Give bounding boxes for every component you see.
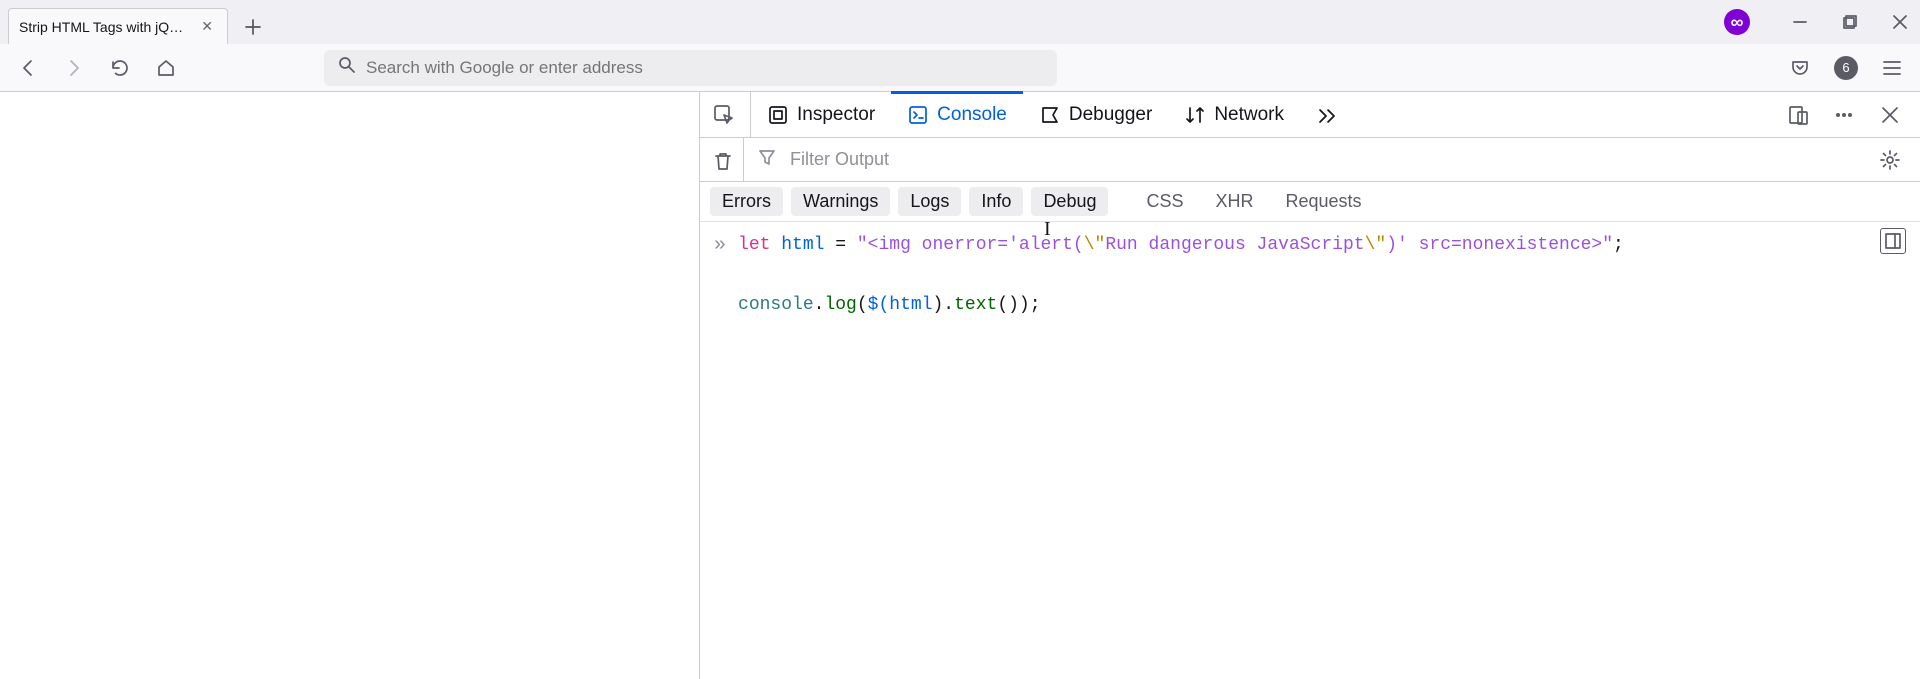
chevron-prompt-icon: »	[714, 234, 726, 257]
tab-network[interactable]: Network	[1168, 92, 1300, 137]
address-bar[interactable]	[324, 50, 1057, 86]
console-code[interactable]: let html = "<img onerror='alert(\"Run da…	[738, 230, 1624, 320]
back-button[interactable]	[10, 50, 46, 86]
notifications-count: 6	[1834, 56, 1858, 80]
filter-input-placeholder[interactable]: Filter Output	[790, 149, 1858, 170]
tab-console[interactable]: Console	[891, 92, 1023, 137]
browser-toolbar: 6	[0, 44, 1920, 92]
close-window-icon[interactable]	[1886, 8, 1914, 36]
filter-icon	[758, 148, 776, 171]
close-tab-icon[interactable]: ✕	[197, 18, 217, 35]
console-input-row[interactable]: » let html = "<img onerror='alert(\"Run …	[714, 230, 1906, 320]
console-category-row: Errors Warnings Logs Info Debug CSS XHR …	[700, 182, 1920, 222]
cat-warnings[interactable]: Warnings	[791, 187, 890, 216]
address-input[interactable]	[366, 58, 1043, 78]
reload-button[interactable]	[102, 50, 138, 86]
tab-inspector-label: Inspector	[797, 104, 875, 126]
responsive-mode-icon[interactable]	[1780, 97, 1816, 133]
devtools-panel: Inspector Console Debugger Network	[700, 92, 1920, 679]
cat-css[interactable]: CSS	[1134, 187, 1195, 216]
cat-debug[interactable]: Debug	[1031, 187, 1108, 216]
clear-console-icon[interactable]	[712, 138, 744, 181]
tab-overflow-icon[interactable]	[1300, 92, 1354, 137]
console-settings-icon[interactable]	[1872, 142, 1908, 178]
tab-network-label: Network	[1214, 104, 1284, 126]
devtools-tab-bar: Inspector Console Debugger Network	[700, 92, 1920, 138]
pocket-icon[interactable]	[1782, 50, 1818, 86]
cat-xhr[interactable]: XHR	[1204, 187, 1266, 216]
notifications-badge[interactable]: 6	[1828, 50, 1864, 86]
console-filter-bar: Filter Output	[700, 138, 1920, 182]
forward-button[interactable]	[56, 50, 92, 86]
restore-window-icon[interactable]	[1836, 8, 1864, 36]
cat-logs[interactable]: Logs	[898, 187, 961, 216]
menu-icon[interactable]	[1874, 50, 1910, 86]
search-icon	[338, 56, 356, 79]
new-tab-button[interactable]	[236, 10, 270, 44]
page-viewport	[0, 92, 700, 679]
window-controls: ∞	[1724, 8, 1914, 36]
cat-requests[interactable]: Requests	[1274, 187, 1374, 216]
browser-tab[interactable]: Strip HTML Tags with jQuery ✕	[8, 8, 228, 44]
devtools-close-icon[interactable]	[1872, 97, 1908, 133]
browser-tab-bar: Strip HTML Tags with jQuery ✕ ∞	[0, 0, 1920, 44]
browser-tab-title: Strip HTML Tags with jQuery	[19, 19, 189, 35]
tab-inspector[interactable]: Inspector	[751, 92, 891, 137]
home-button[interactable]	[148, 50, 184, 86]
element-picker-icon[interactable]	[706, 97, 742, 133]
split-console-icon[interactable]	[1880, 228, 1906, 254]
minimize-window-icon[interactable]	[1786, 8, 1814, 36]
cat-errors[interactable]: Errors	[710, 187, 783, 216]
tab-debugger-label: Debugger	[1069, 104, 1152, 126]
tab-console-label: Console	[937, 104, 1007, 126]
account-infinity-icon[interactable]: ∞	[1724, 9, 1750, 35]
cat-info[interactable]: Info	[969, 187, 1023, 216]
devtools-more-icon[interactable]	[1826, 97, 1862, 133]
tab-debugger[interactable]: Debugger	[1023, 92, 1168, 137]
console-output[interactable]: » let html = "<img onerror='alert(\"Run …	[700, 222, 1920, 679]
